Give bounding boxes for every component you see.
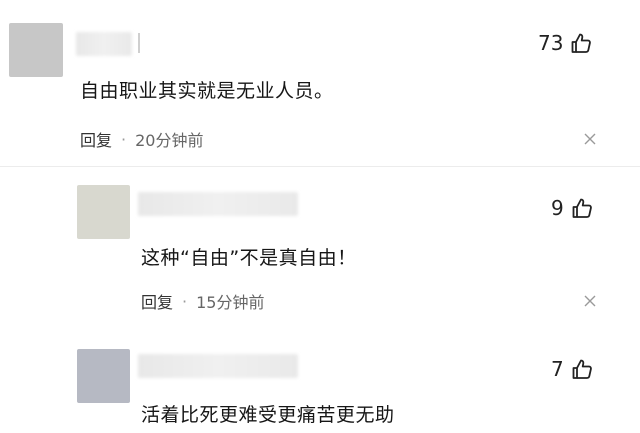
comment-meta: 回复 · 15分钟前 <box>141 289 264 313</box>
comment-time: 20分钟前 <box>135 131 204 150</box>
meta-separator: · <box>121 129 127 149</box>
comment-time: 15分钟前 <box>196 293 265 312</box>
avatar[interactable] <box>77 349 130 403</box>
thumbs-up-icon <box>572 198 592 218</box>
comment-item: 7 活着比死更难受更痛苦更无助 <box>0 336 640 433</box>
meta-separator: · <box>182 291 188 311</box>
comment-meta: 回复 · 20分钟前 <box>80 127 203 151</box>
username[interactable] <box>76 32 132 56</box>
like-button[interactable]: 73 <box>538 31 593 55</box>
thumbs-up-icon <box>572 33 592 53</box>
like-count: 7 <box>551 357 564 381</box>
thumbs-up-icon <box>572 359 592 379</box>
username-divider <box>138 33 140 53</box>
close-icon[interactable] <box>584 295 596 307</box>
username[interactable] <box>138 192 298 216</box>
comment-text: 活着比死更难受更痛苦更无助 <box>141 404 395 426</box>
avatar[interactable] <box>77 185 130 239</box>
like-count: 73 <box>538 31 564 55</box>
comment-text: 这种“自由”不是真自由！ <box>141 247 357 269</box>
comment-item: 73 自由职业其实就是无业人员。 回复 · 20分钟前 <box>0 0 640 165</box>
like-count: 9 <box>551 196 564 220</box>
comment-item: 9 这种“自由”不是真自由！ 回复 · 15分钟前 <box>0 170 640 335</box>
reply-button[interactable]: 回复 <box>141 289 173 313</box>
reply-button[interactable]: 回复 <box>80 127 112 151</box>
username[interactable] <box>138 354 298 378</box>
like-button[interactable]: 9 <box>551 196 594 220</box>
divider <box>0 166 640 167</box>
comment-text: 自由职业其实就是无业人员。 <box>80 80 334 102</box>
like-button[interactable]: 7 <box>551 357 594 381</box>
avatar[interactable] <box>9 23 63 77</box>
close-icon[interactable] <box>584 133 596 145</box>
